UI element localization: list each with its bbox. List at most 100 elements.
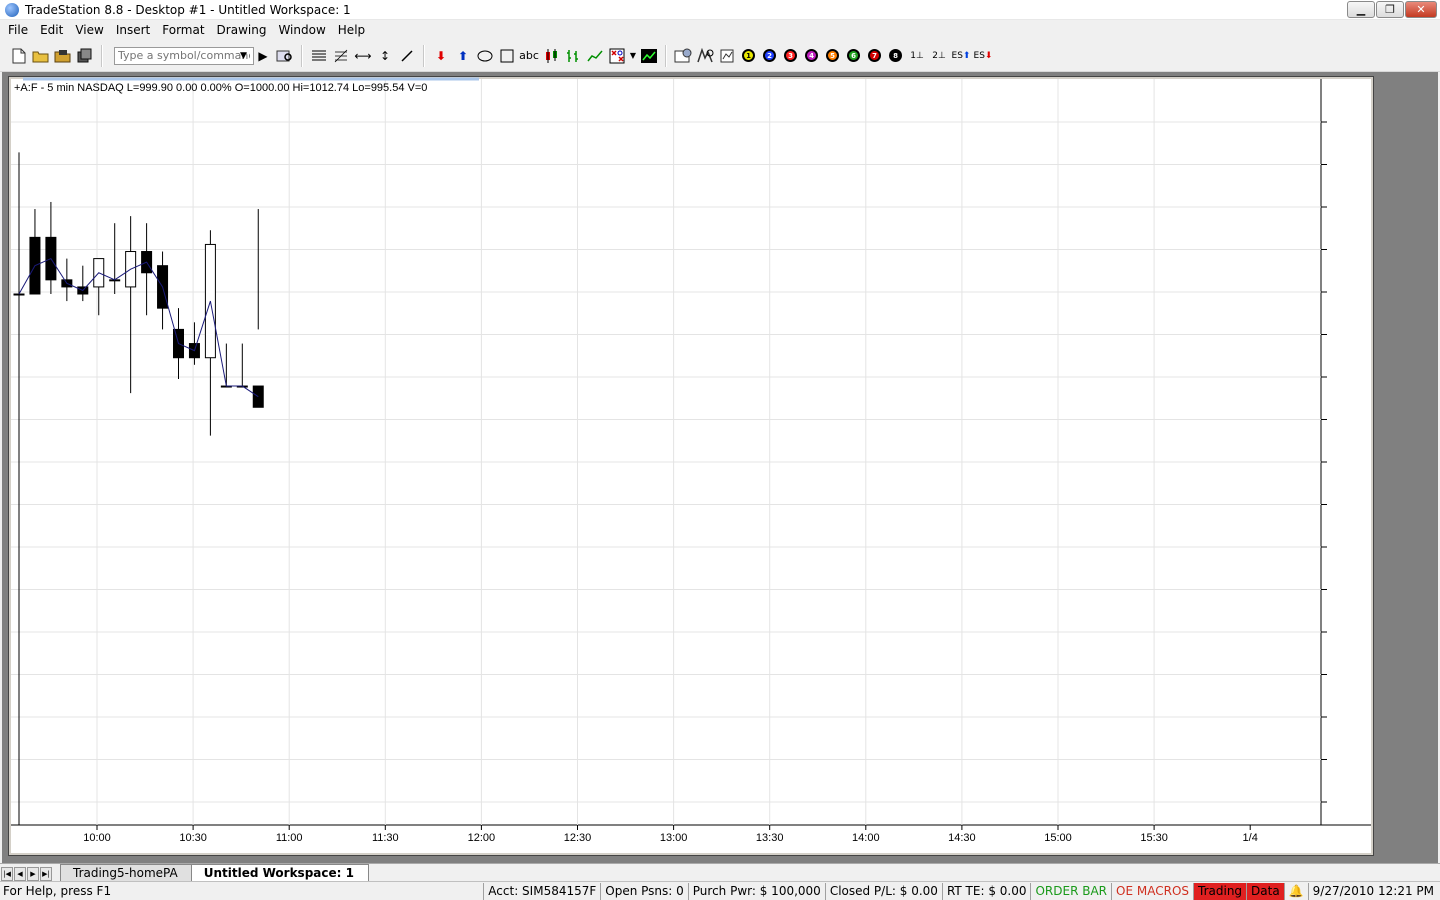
text-marker-3-icon[interactable]: 3 <box>784 49 797 62</box>
workspace-tabs: |◀ ◀ ▶ ▶| Trading5-homePA Untitled Works… <box>0 863 1440 881</box>
horizontal-line-tool-icon[interactable] <box>308 45 330 67</box>
tab-first-button[interactable]: |◀ <box>1 867 13 881</box>
es-sell-icon[interactable]: ES ⬇ <box>972 45 994 67</box>
time-tick-label: 12:00 <box>468 832 496 844</box>
tab-prev-button[interactable]: ◀ <box>14 867 26 881</box>
horizontal-arrow-icon[interactable]: ⟷ <box>352 45 374 67</box>
toolbar-separator <box>665 44 667 67</box>
trading-status-badge[interactable]: Trading <box>1193 883 1247 900</box>
play-arrow-icon[interactable]: ▶ <box>252 45 274 67</box>
toolbar-separator <box>423 44 425 67</box>
time-tick-label: 14:00 <box>852 832 880 844</box>
bar-chart-icon[interactable] <box>562 45 584 67</box>
text-tool-icon[interactable]: abc <box>518 45 540 67</box>
easylanguage-icon[interactable] <box>694 45 716 67</box>
time-tick-label: 13:00 <box>660 832 688 844</box>
text-marker-8-icon[interactable]: 8 <box>889 49 902 62</box>
main-toolbar: ▼ ▶ ⟷ ↕ ⬇ ⬆ abc ▼ 1 <box>0 40 1440 72</box>
open-folder-icon[interactable] <box>30 45 52 67</box>
menu-view[interactable]: View <box>69 20 109 40</box>
time-tick-label: 13:30 <box>756 832 784 844</box>
alert-bell-icon[interactable]: 🔔 <box>1283 883 1308 900</box>
menu-help[interactable]: Help <box>332 20 371 40</box>
menu-drawing[interactable]: Drawing <box>211 20 273 40</box>
rectangle-tool-icon[interactable] <box>496 45 518 67</box>
data-status-badge[interactable]: Data <box>1246 883 1284 900</box>
tradestation-app-icon <box>5 2 19 17</box>
es-buy-icon[interactable]: ES ⬆ <box>950 45 972 67</box>
point-figure-icon[interactable] <box>606 45 628 67</box>
up-arrow-marker-icon[interactable]: ⬆ <box>452 45 474 67</box>
trendline-tool-icon[interactable] <box>396 45 418 67</box>
chart-mdi-area: 10:00 10:30 11:00 11:30 12:00 12:30 13:00 13:30… <box>2 72 1438 863</box>
time-tick-label: 10:30 <box>179 832 207 844</box>
candlestick-chart-icon[interactable] <box>540 45 562 67</box>
minimize-button[interactable]: ▁ <box>1347 1 1375 18</box>
menu-bar: File Edit View Insert Format Drawing Win… <box>0 20 1440 40</box>
time-tick-label: 14:30 <box>948 832 976 844</box>
chart-header-label: +A:F - 5 min NASDAQ L=999.90 0.00 0.00% … <box>14 82 427 94</box>
order-bar-indicator[interactable]: ORDER BAR <box>1030 883 1111 900</box>
close-button[interactable]: ✕ <box>1405 1 1437 18</box>
text-marker-4-icon[interactable]: 4 <box>805 49 818 62</box>
menu-file[interactable]: File <box>2 20 34 40</box>
purchasing-power-status: Purch Pwr: $ 100,000 <box>687 883 825 900</box>
window-title: TradeStation 8.8 - Desktop #1 - Untitled… <box>25 2 351 17</box>
save-all-icon[interactable] <box>74 45 96 67</box>
time-tick-label: 12:30 <box>564 832 592 844</box>
tab-untitled-workspace[interactable]: Untitled Workspace: 1 <box>190 864 369 881</box>
line-chart-icon[interactable] <box>584 45 606 67</box>
open-workspace-icon[interactable] <box>52 45 74 67</box>
text-marker-7-icon[interactable]: 7 <box>868 49 881 62</box>
toolbar-separator <box>301 44 303 67</box>
vertical-arrow-icon[interactable]: ↕ <box>374 45 396 67</box>
text-marker-2-icon[interactable]: 2 <box>763 49 776 62</box>
new-document-icon[interactable] <box>8 45 30 67</box>
menu-format[interactable]: Format <box>156 20 210 40</box>
price-scale-area <box>1321 79 1371 853</box>
format-window-icon[interactable] <box>672 45 694 67</box>
text-marker-6-icon[interactable]: 6 <box>847 49 860 62</box>
tab-trading5-homepa[interactable]: Trading5-homePA <box>60 864 193 881</box>
text-marker-5-icon[interactable]: 5 <box>826 49 839 62</box>
time-tick-label: 15:00 <box>1044 832 1072 844</box>
symbol-lookup-icon[interactable] <box>274 45 296 67</box>
account-status: Acct: SIM584157F <box>483 883 600 900</box>
time-tick-label: 11:30 <box>372 832 399 844</box>
bar-marker-2-icon[interactable]: 2 ⊥ <box>928 45 950 67</box>
menu-window[interactable]: Window <box>272 20 331 40</box>
menu-insert[interactable]: Insert <box>110 20 156 40</box>
window-controls: ▁ ❐ ✕ <box>1347 1 1437 18</box>
open-positions-status: Open Psns: 0 <box>600 883 688 900</box>
symbol-command-input[interactable] <box>114 46 254 65</box>
bar-marker-1-icon[interactable]: 1 ⊥ <box>906 45 928 67</box>
chart-window: 10:00 10:30 11:00 11:30 12:00 12:30 13:00 13:30… <box>8 76 1374 856</box>
chart-type-dropdown-icon[interactable]: ▼ <box>628 45 638 67</box>
oe-macros-indicator[interactable]: OE MACROS <box>1111 883 1193 900</box>
tab-next-button[interactable]: ▶ <box>27 867 39 881</box>
text-marker-1-icon[interactable]: 1 <box>742 49 755 62</box>
candle-body <box>13 293 25 296</box>
symbol-dropdown-icon[interactable]: ▼ <box>240 51 252 61</box>
toolbar-separator <box>101 44 103 67</box>
tab-last-button[interactable]: ▶| <box>40 867 52 881</box>
restore-button[interactable]: ❐ <box>1376 1 1404 18</box>
help-hint: For Help, press F1 <box>3 884 112 898</box>
closed-pl-status: Closed P/L: $ 0.00 <box>824 883 942 900</box>
down-arrow-marker-icon[interactable]: ⬇ <box>430 45 452 67</box>
time-tick-label: 10:00 <box>83 832 111 844</box>
plot-area <box>11 79 1321 825</box>
time-tick-label: 1/4 <box>1243 832 1258 844</box>
fib-retracement-icon[interactable] <box>330 45 352 67</box>
status-right: Acct: SIM584157F Open Psns: 0 Purch Pwr:… <box>483 883 1438 900</box>
time-tick-label: 11:00 <box>276 832 303 844</box>
datetime-status: 9/27/2010 12:21 PM <box>1307 883 1438 900</box>
indicator-format-icon[interactable] <box>716 45 738 67</box>
menu-edit[interactable]: Edit <box>34 20 69 40</box>
title-bar: TradeStation 8.8 - Desktop #1 - Untitled… <box>0 0 1440 20</box>
chart-analysis-icon[interactable] <box>638 45 660 67</box>
ellipse-tool-icon[interactable] <box>474 45 496 67</box>
time-tick-label: 15:30 <box>1140 832 1168 844</box>
rt-te-status: RT TE: $ 0.00 <box>941 883 1031 900</box>
candlestick-chart[interactable]: 10:00 10:30 11:00 11:30 12:00 12:30 13:00 13:30… <box>9 77 1375 857</box>
